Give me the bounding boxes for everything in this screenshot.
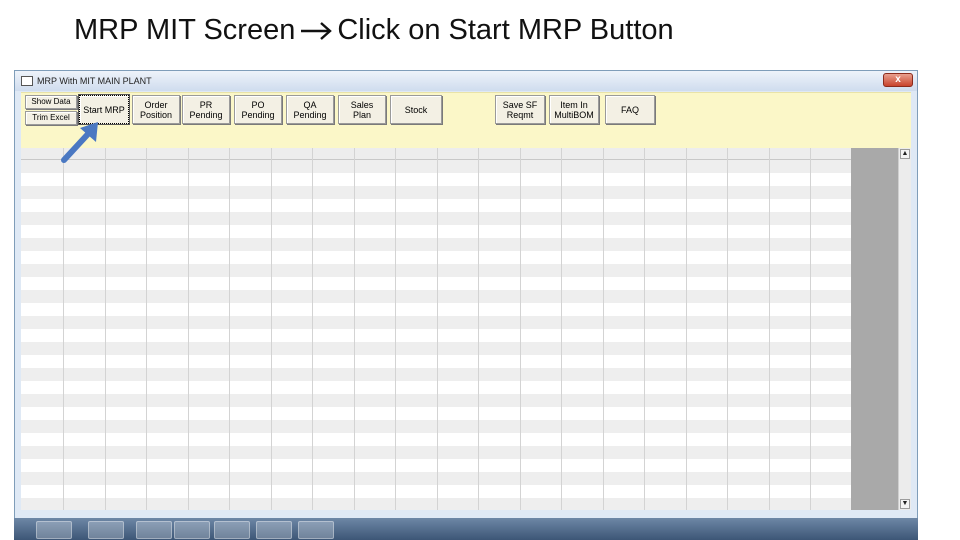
pointer-arrow-icon: [61, 122, 98, 163]
po-pending-button[interactable]: PO Pending: [234, 95, 282, 124]
taskbar-item[interactable]: [174, 521, 210, 539]
grid-empty-area: [851, 148, 898, 510]
faq-button[interactable]: FAQ: [605, 95, 655, 124]
table-row[interactable]: [21, 251, 898, 264]
qa-pending-button[interactable]: QA Pending: [286, 95, 334, 124]
scroll-down-icon[interactable]: ▼: [900, 499, 910, 509]
column-divider: [188, 148, 189, 510]
table-row[interactable]: [21, 160, 898, 173]
column-divider: [686, 148, 687, 510]
show-data-button[interactable]: Show Data: [25, 95, 77, 109]
table-row[interactable]: [21, 472, 898, 485]
window-titlebar: MRP With MIT MAIN PLANT x: [15, 71, 917, 91]
column-divider: [354, 148, 355, 510]
taskbar-item[interactable]: [88, 521, 124, 539]
slide-title-left: MRP MIT Screen: [74, 14, 296, 46]
table-row[interactable]: [21, 225, 898, 238]
column-divider: [105, 148, 106, 510]
slide-title-right: Click on Start MRP Button: [337, 14, 674, 46]
column-divider: [146, 148, 147, 510]
pr-pending-button[interactable]: PR Pending: [182, 95, 230, 124]
right-arrow-icon: [301, 21, 333, 40]
column-divider: [644, 148, 645, 510]
window-title: MRP With MIT MAIN PLANT: [37, 76, 152, 86]
vertical-scrollbar[interactable]: ▲ ▼: [898, 148, 911, 510]
table-row[interactable]: [21, 173, 898, 186]
table-row[interactable]: [21, 199, 898, 212]
close-button[interactable]: x: [883, 73, 913, 87]
table-row[interactable]: [21, 186, 898, 199]
table-row[interactable]: [21, 303, 898, 316]
column-divider: [478, 148, 479, 510]
table-row[interactable]: [21, 355, 898, 368]
data-grid[interactable]: [21, 148, 898, 510]
column-divider: [271, 148, 272, 510]
table-row[interactable]: [21, 381, 898, 394]
table-row[interactable]: [21, 459, 898, 472]
column-divider: [312, 148, 313, 510]
table-row[interactable]: [21, 238, 898, 251]
slide: MRP MIT Screen Click on Start MRP Button…: [0, 0, 960, 540]
taskbar-item[interactable]: [256, 521, 292, 539]
taskbar: [14, 518, 918, 540]
toolbar: Show Data Trim Excel Start MRP Order Pos…: [21, 92, 911, 148]
table-row[interactable]: [21, 394, 898, 407]
grid-header: [21, 148, 898, 160]
app-window: MRP With MIT MAIN PLANT x Show Data Trim…: [14, 70, 918, 522]
table-row[interactable]: [21, 446, 898, 459]
table-row[interactable]: [21, 212, 898, 225]
table-row[interactable]: [21, 277, 898, 290]
save-sf-reqmt-button[interactable]: Save SF Reqmt: [495, 95, 545, 124]
column-divider: [810, 148, 811, 510]
taskbar-item[interactable]: [214, 521, 250, 539]
column-divider: [229, 148, 230, 510]
column-divider: [603, 148, 604, 510]
table-row[interactable]: [21, 316, 898, 329]
table-row[interactable]: [21, 264, 898, 277]
table-row[interactable]: [21, 290, 898, 303]
app-icon: [21, 76, 33, 86]
table-row[interactable]: [21, 420, 898, 433]
table-row[interactable]: [21, 433, 898, 446]
column-divider: [727, 148, 728, 510]
item-in-multibom-button[interactable]: Item In MultiBOM: [549, 95, 599, 124]
table-row[interactable]: [21, 342, 898, 355]
table-row[interactable]: [21, 498, 898, 510]
table-row[interactable]: [21, 485, 898, 498]
table-row[interactable]: [21, 407, 898, 420]
stock-button[interactable]: Stock: [390, 95, 442, 124]
grid-rows: [21, 160, 898, 510]
sales-plan-button[interactable]: Sales Plan: [338, 95, 386, 124]
taskbar-item[interactable]: [36, 521, 72, 539]
slide-title: MRP MIT Screen Click on Start MRP Button: [74, 14, 674, 47]
column-divider: [437, 148, 438, 510]
table-row[interactable]: [21, 329, 898, 342]
column-divider: [561, 148, 562, 510]
column-divider: [63, 148, 64, 510]
taskbar-item[interactable]: [136, 521, 172, 539]
order-position-button[interactable]: Order Position: [132, 95, 180, 124]
scroll-up-icon[interactable]: ▲: [900, 149, 910, 159]
column-divider: [769, 148, 770, 510]
taskbar-item[interactable]: [298, 521, 334, 539]
column-divider: [395, 148, 396, 510]
column-divider: [520, 148, 521, 510]
table-row[interactable]: [21, 368, 898, 381]
